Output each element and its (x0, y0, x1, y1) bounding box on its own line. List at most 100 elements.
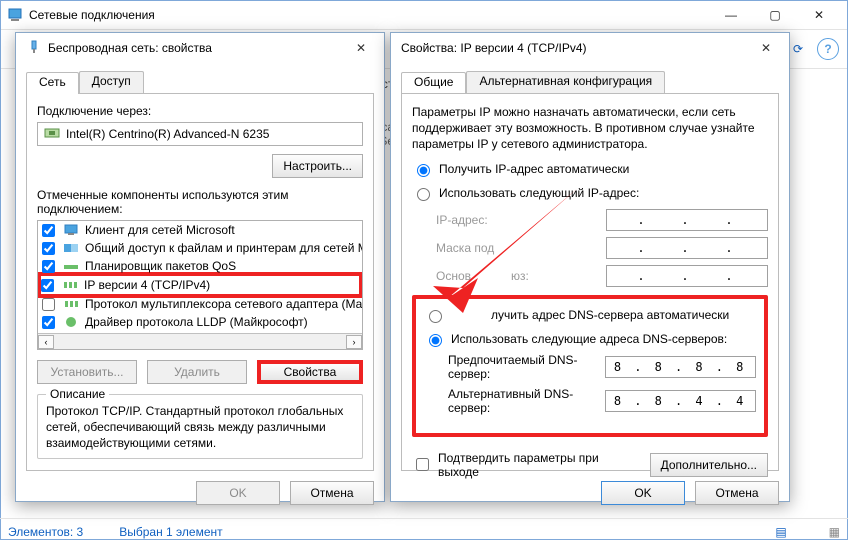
refresh-icon[interactable]: ⟳ (787, 38, 809, 60)
list-item-checkbox[interactable] (42, 260, 55, 273)
confirm-on-exit-label: Подтвердить параметры при выходе (438, 451, 638, 479)
tab-panel-general: Параметры IP можно назначать автоматичес… (401, 93, 779, 471)
tab-panel-network: Подключение через: Intel(R) Centrino(R) … (26, 93, 374, 471)
properties-button[interactable]: Свойства (257, 360, 363, 384)
close-button[interactable]: ✕ (797, 1, 841, 29)
main-title: Сетевые подключения (29, 8, 709, 22)
list-item[interactable]: Общий доступ к файлам и принтерам для се… (38, 239, 362, 257)
view-details-icon[interactable]: ▤ (775, 525, 786, 539)
adapter-combo[interactable]: Intel(R) Centrino(R) Advanced-N 6235 (37, 122, 363, 146)
components-label: Отмеченные компоненты используются этим … (37, 188, 363, 216)
scroll-right-icon[interactable]: › (346, 335, 362, 349)
network-small-icon (26, 39, 42, 58)
radio-dns-auto-row[interactable]: лучить адрес DNS-сервера автоматически (424, 307, 756, 323)
components-listbox[interactable]: Клиент для сетей Microsoft Общий доступ к… (37, 220, 363, 350)
radio-ip-auto-row[interactable]: Получить IP-адрес автоматически (412, 161, 768, 177)
component-icon (63, 315, 79, 329)
component-icon (63, 241, 79, 255)
description-text: Протокол TCP/IP. Стандартный протокол гл… (46, 403, 354, 452)
radio-dns-manual-row[interactable]: Использовать следующие адреса DNS-сервер… (424, 331, 756, 347)
list-item-label: Планировщик пакетов QoS (85, 259, 236, 273)
alternate-dns-label: Альтернативный DNS-сервер: (448, 387, 605, 415)
description-fieldset: Описание Протокол TCP/IP. Стандартный пр… (37, 394, 363, 459)
dlg1-close-button[interactable]: ✕ (348, 35, 374, 61)
subnet-mask-input: . . . (606, 237, 768, 259)
tab-general[interactable]: Общие (401, 72, 466, 94)
dlg1-title: Беспроводная сеть: свойства (48, 41, 348, 55)
status-bar: Элементов: 3 Выбран 1 элемент ▤ ▦ (0, 518, 848, 544)
ethernet-icon (44, 126, 60, 143)
adapter-properties-dialog: Беспроводная сеть: свойства ✕ Сеть Досту… (15, 32, 385, 502)
description-legend: Описание (46, 387, 109, 401)
maximize-button[interactable]: ▢ (753, 1, 797, 29)
configure-button[interactable]: Настроить... (272, 154, 363, 178)
dlg1-titlebar: Беспроводная сеть: свойства ✕ (16, 33, 384, 63)
preferred-dns-input[interactable]: 8.8.8.8 (605, 356, 756, 378)
list-item-checkbox[interactable] (42, 316, 55, 329)
mask-label: Маска под (436, 241, 606, 255)
help-icon[interactable]: ? (817, 38, 839, 60)
list-item[interactable]: Драйвер протокола LLDP (Майкрософт) (38, 313, 362, 331)
list-item-checkbox[interactable] (41, 279, 54, 292)
scroll-left-icon[interactable]: ‹ (38, 335, 54, 349)
list-item-label: Протокол мультиплексора сетевого адаптер… (85, 297, 363, 311)
list-item[interactable]: Клиент для сетей Microsoft (38, 221, 362, 239)
confirm-on-exit-checkbox[interactable] (416, 458, 429, 471)
dlg2-title: Свойства: IP версии 4 (TCP/IPv4) (401, 41, 753, 55)
list-item-label: Драйвер протокола LLDP (Майкрософт) (85, 315, 308, 329)
radio-dns-manual-label: Использовать следующие адреса DNS-сервер… (451, 332, 727, 346)
list-item-checkbox[interactable] (42, 242, 55, 255)
status-elements: Элементов: 3 (8, 525, 83, 539)
radio-dns-manual[interactable] (429, 334, 442, 347)
alternate-dns-input[interactable]: 8.8.4.4 (605, 390, 756, 412)
dlg2-tabs: Общие Альтернативная конфигурация (401, 71, 779, 93)
component-icon (62, 278, 78, 292)
radio-ip-manual-label: Использовать следующий IP-адрес: (439, 186, 639, 200)
advanced-button[interactable]: Дополнительно... (650, 453, 768, 477)
component-icon (63, 259, 79, 273)
dns-highlight-frame: лучить адрес DNS-сервера автоматически И… (412, 295, 768, 437)
list-item[interactable]: Протокол мультиплексора сетевого адаптер… (38, 295, 362, 313)
ipv4-properties-dialog: Свойства: IP версии 4 (TCP/IPv4) ✕ Общие… (390, 32, 790, 502)
remove-button[interactable]: Удалить (147, 360, 247, 384)
component-icon (63, 223, 79, 237)
horizontal-scrollbar[interactable]: ‹ › (38, 333, 362, 349)
radio-dns-auto[interactable] (429, 310, 442, 323)
radio-ip-auto-label: Получить IP-адрес автоматически (439, 162, 629, 176)
list-item-checkbox[interactable] (42, 224, 55, 237)
intro-text: Параметры IP можно назначать автоматичес… (412, 104, 768, 153)
tab-access[interactable]: Доступ (79, 71, 144, 93)
confirm-on-exit-row[interactable]: Подтвердить параметры при выходе Дополни… (412, 451, 768, 479)
connect-via-label: Подключение через: (37, 104, 363, 118)
tab-alt-config[interactable]: Альтернативная конфигурация (466, 71, 665, 93)
list-item-label: Клиент для сетей Microsoft (85, 223, 235, 237)
dlg1-cancel-button[interactable]: Отмена (290, 481, 374, 505)
radio-ip-auto[interactable] (417, 164, 430, 177)
network-icon (7, 7, 23, 23)
dlg1-ok-button[interactable]: OK (196, 481, 280, 505)
view-large-icon[interactable]: ▦ (829, 525, 840, 539)
tab-network[interactable]: Сеть (26, 72, 79, 94)
ip-address-input: . . . (606, 209, 768, 231)
dlg2-close-button[interactable]: ✕ (753, 35, 779, 61)
preferred-dns-label: Предпочитаемый DNS-сервер: (448, 353, 605, 381)
ip-label: IP-адрес: (436, 213, 606, 227)
dlg2-ok-button[interactable]: OK (601, 481, 685, 505)
list-item-label: IP версии 4 (TCP/IPv4) (84, 278, 210, 292)
gateway-label: Основ юз: (436, 269, 606, 283)
list-item-checkbox[interactable] (42, 298, 55, 311)
dlg2-titlebar: Свойства: IP версии 4 (TCP/IPv4) ✕ (391, 33, 789, 63)
radio-dns-auto-label: лучить адрес DNS-сервера автоматически (451, 308, 729, 322)
gateway-input: . . . (606, 265, 768, 287)
dlg2-cancel-button[interactable]: Отмена (695, 481, 779, 505)
list-item-label: Общий доступ к файлам и принтерам для се… (85, 241, 363, 255)
radio-ip-manual-row[interactable]: Использовать следующий IP-адрес: (412, 185, 768, 201)
component-icon (63, 297, 79, 311)
dlg1-tabs: Сеть Доступ (26, 71, 374, 93)
status-selected: Выбран 1 элемент (119, 525, 222, 539)
minimize-button[interactable]: — (709, 1, 753, 29)
install-button[interactable]: Установить... (37, 360, 137, 384)
main-titlebar: Сетевые подключения — ▢ ✕ (1, 1, 847, 29)
adapter-name: Intel(R) Centrino(R) Advanced-N 6235 (66, 127, 269, 141)
radio-ip-manual[interactable] (417, 188, 430, 201)
